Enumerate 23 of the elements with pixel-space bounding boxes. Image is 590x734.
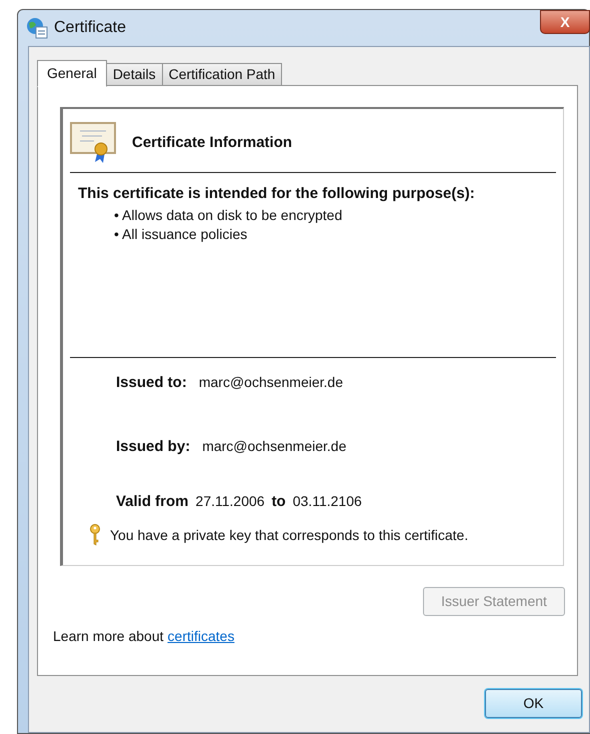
section-heading: Certificate Information	[132, 132, 292, 153]
valid-from-date: 27.11.2006	[196, 492, 265, 511]
tab[interactable]: Certification Path	[162, 63, 282, 86]
certificate-icon	[70, 122, 116, 164]
validity-label: Valid from	[116, 492, 189, 512]
certificates-link[interactable]: certificates	[168, 626, 234, 647]
field-label: Issued by:	[116, 436, 190, 456]
private-key-note: You have a private key that corresponds to this certificate.	[110, 526, 468, 545]
field-value: marc@ochsenmeier.de	[198, 373, 344, 392]
field-value: marc@ochsenmeier.de	[202, 436, 346, 456]
validity-label: to	[272, 492, 286, 512]
purpose-item: • Allows data on disk to be encrypted	[114, 206, 344, 224]
certificate-globe-icon	[26, 17, 48, 39]
valid-to-date: 03.11.2106	[292, 492, 362, 511]
ok-button[interactable]: OK	[485, 689, 582, 718]
tab[interactable]: General	[37, 60, 107, 87]
purpose-heading: This certificate is intended for the following purpose(s):	[78, 184, 476, 204]
field-label: Issued to:	[116, 373, 187, 393]
key-icon	[88, 524, 102, 546]
learn-more-text: Learn more about	[53, 627, 164, 646]
purpose-item: • All issuance policies	[114, 224, 248, 244]
window-title: Certificate	[54, 18, 126, 38]
tab[interactable]: Details	[106, 63, 163, 86]
